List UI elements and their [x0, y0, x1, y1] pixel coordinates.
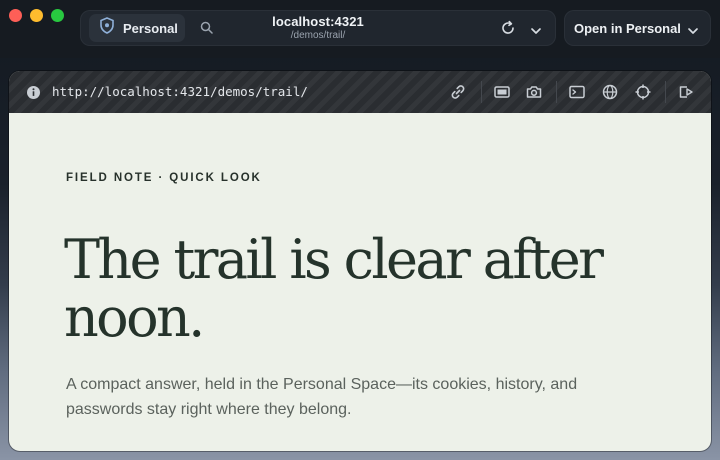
open-in-space-button[interactable]: Open in Personal	[564, 10, 711, 46]
reload-icon[interactable]	[500, 20, 516, 41]
url-display[interactable]: localhost:4321 /demos/trail/	[80, 14, 556, 41]
toolbar-divider	[556, 81, 557, 103]
toolbar-divider	[665, 81, 666, 103]
devbar-url[interactable]: http://localhost:4321/demos/trail/	[52, 84, 308, 99]
eyebrow-label: FIELD NOTE · QUICK LOOK	[66, 172, 262, 184]
zoom-window-button[interactable]	[51, 9, 64, 22]
exit-icon[interactable]	[677, 83, 695, 106]
window-controls	[9, 9, 64, 22]
page-content: FIELD NOTE · QUICK LOOK The trail is cle…	[9, 113, 711, 451]
info-icon[interactable]	[26, 85, 41, 105]
url-path: /demos/trail/	[290, 30, 346, 41]
page-lede: A compact answer, held in the Personal S…	[66, 376, 578, 418]
globe-icon[interactable]	[601, 83, 619, 106]
chevron-down-icon[interactable]	[530, 23, 542, 41]
address-bar[interactable]: Personal localhost:4321 /demos/trail/	[80, 10, 556, 46]
browser-window: http://localhost:4321/demos/trail/ FIELD…	[9, 71, 711, 451]
page-headline: The trail is clear after noon.	[64, 228, 604, 349]
chevron-down-icon[interactable]	[687, 23, 699, 41]
screen-icon[interactable]	[493, 83, 511, 106]
url-host: localhost:4321	[272, 14, 364, 29]
camera-icon[interactable]	[525, 83, 543, 106]
minimize-window-button[interactable]	[30, 9, 43, 22]
open-button-label: Open in Personal	[574, 20, 681, 36]
title-bar: Personal localhost:4321 /demos/trail/ Op…	[0, 0, 720, 58]
dev-toolbar: http://localhost:4321/demos/trail/	[9, 71, 711, 113]
terminal-icon[interactable]	[568, 83, 586, 106]
link-icon[interactable]	[449, 83, 467, 106]
crosshair-icon[interactable]	[634, 83, 652, 106]
close-window-button[interactable]	[9, 9, 22, 22]
toolbar-divider	[481, 81, 482, 103]
